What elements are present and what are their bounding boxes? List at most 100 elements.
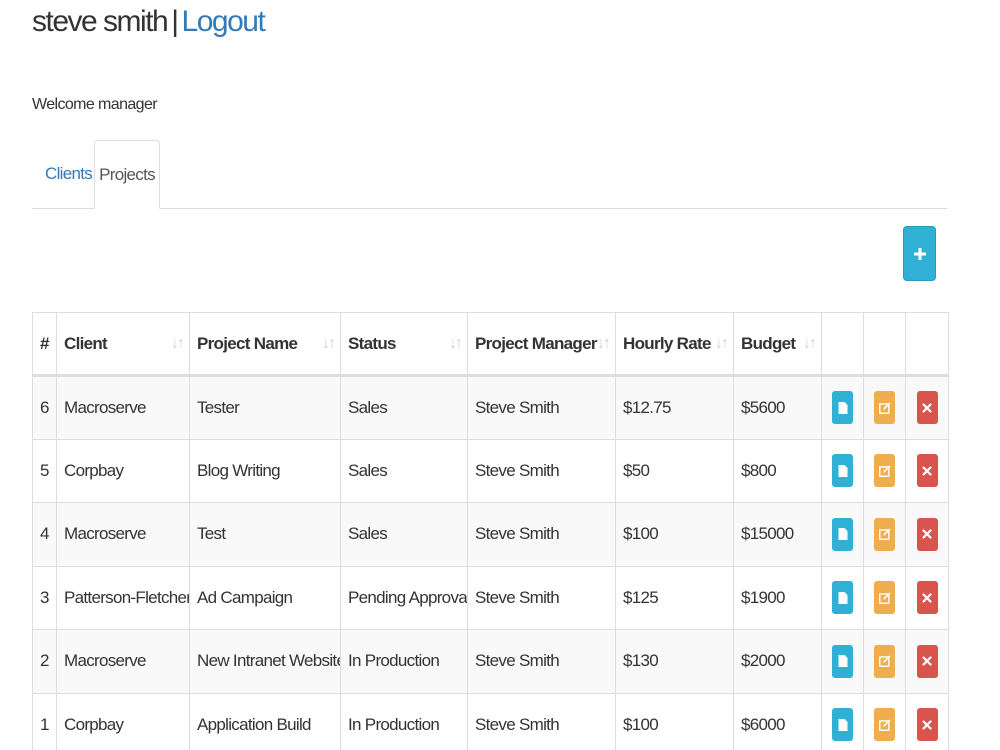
user-header: steve smith | Logout xyxy=(32,2,266,42)
cell-client: Macroserve xyxy=(56,502,190,567)
header-label: # xyxy=(40,333,49,353)
sort-icon[interactable]: ↓↑ xyxy=(449,335,463,353)
cell-budget: $2000 xyxy=(733,629,822,694)
cell-project-manager: Steve Smith xyxy=(467,374,616,440)
cell-budget: $1900 xyxy=(733,565,822,630)
cell-budget: $15000 xyxy=(733,502,822,567)
cell-hourly-rate: $100 xyxy=(615,692,734,750)
cell-project-name: Tester xyxy=(189,374,341,440)
header-action-column xyxy=(821,312,864,377)
table-row: 5 Corpbay Blog Writing Sales Steve Smith $50 $… xyxy=(32,438,949,503)
view-button[interactable] xyxy=(832,454,853,488)
edit-button[interactable] xyxy=(874,644,895,678)
action-cell xyxy=(905,629,949,694)
header-col-status[interactable]: Status ↓↑ xyxy=(340,312,468,377)
header-col-project-manager[interactable]: Project Manager ↓↑ xyxy=(467,312,616,377)
file-icon xyxy=(838,655,847,668)
header-label: Project Manager xyxy=(475,333,597,353)
close-icon xyxy=(922,656,932,666)
cell-id: 4 xyxy=(32,502,57,567)
cell-budget: $6000 xyxy=(733,692,822,750)
action-cell xyxy=(905,374,949,440)
cell-hourly-rate: $125 xyxy=(615,565,734,630)
header-label: Status xyxy=(348,333,396,353)
header-col-hourly-rate[interactable]: Hourly Rate ↓↑ xyxy=(615,312,734,377)
edit-button[interactable] xyxy=(874,391,895,425)
cell-id: 1 xyxy=(32,692,57,750)
close-icon xyxy=(922,403,932,413)
action-cell xyxy=(821,438,864,503)
table-row: 1 Corpbay Application Build In Production St… xyxy=(32,692,949,750)
action-cell xyxy=(905,502,949,567)
welcome-message: Welcome manager xyxy=(32,96,158,113)
edit-icon xyxy=(878,592,890,604)
delete-button[interactable] xyxy=(916,644,938,678)
delete-button[interactable] xyxy=(916,708,938,742)
action-cell xyxy=(863,629,906,694)
logout-link[interactable]: Logout xyxy=(182,5,266,38)
edit-icon xyxy=(878,528,890,541)
cell-project-name: Blog Writing xyxy=(189,438,341,503)
action-cell xyxy=(821,565,864,630)
action-cell xyxy=(863,438,906,503)
header-col-client[interactable]: Client ↓↑ xyxy=(56,312,190,377)
edit-icon xyxy=(878,402,890,414)
action-cell xyxy=(863,374,906,440)
edit-button[interactable] xyxy=(874,581,895,615)
cell-status: In Production xyxy=(340,629,468,694)
edit-button[interactable] xyxy=(874,708,895,742)
cell-status: Pending Approval xyxy=(340,565,468,630)
projects-table: # Client ↓↑ Project Name ↓↑ Status ↓↑ Project M… xyxy=(32,312,949,750)
tab-projects[interactable]: Projects xyxy=(94,140,160,209)
table-header-row: # Client ↓↑ Project Name ↓↑ Status ↓↑ Project M… xyxy=(32,312,949,377)
cell-project-manager: Steve Smith xyxy=(467,629,616,694)
sort-icon[interactable]: ↓↑ xyxy=(803,335,817,353)
delete-button[interactable] xyxy=(916,517,938,551)
action-cell xyxy=(863,565,906,630)
close-icon xyxy=(922,529,932,539)
file-icon xyxy=(838,718,847,731)
table-row: 2 Macroserve New Intranet Website In Produc… xyxy=(32,629,949,694)
tab-bar: Clients Projects xyxy=(32,140,947,209)
delete-button[interactable] xyxy=(916,391,938,425)
cell-client: Patterson-Fletcher xyxy=(56,565,190,630)
sort-icon[interactable]: ↓↑ xyxy=(171,335,185,353)
cell-id: 6 xyxy=(32,374,57,440)
sort-icon[interactable]: ↓↑ xyxy=(322,335,336,353)
delete-button[interactable] xyxy=(916,454,938,488)
cell-hourly-rate: $50 xyxy=(615,438,734,503)
action-cell xyxy=(905,692,949,750)
view-button[interactable] xyxy=(832,708,853,742)
cell-project-name: Test xyxy=(189,502,341,567)
edit-icon xyxy=(878,719,890,731)
delete-button[interactable] xyxy=(916,581,938,615)
table-body: 6 Macroserve Tester Sales Steve Smith $12.75 $… xyxy=(32,374,949,750)
add-project-button[interactable] xyxy=(903,226,936,281)
cell-id: 2 xyxy=(32,629,57,694)
header-col-budget[interactable]: Budget ↓↑ xyxy=(733,312,822,377)
cell-budget: $5600 xyxy=(733,374,822,440)
cell-status: Sales xyxy=(340,374,468,440)
cell-client: Corpbay xyxy=(56,692,190,750)
view-button[interactable] xyxy=(832,391,853,425)
cell-budget: $800 xyxy=(733,438,822,503)
header-label: Hourly Rate xyxy=(623,333,711,353)
view-button[interactable] xyxy=(832,644,853,678)
close-icon xyxy=(922,466,932,476)
sort-icon[interactable]: ↓↑ xyxy=(597,335,611,353)
edit-button[interactable] xyxy=(874,517,895,551)
header-col-project-name[interactable]: Project Name ↓↑ xyxy=(189,312,341,377)
cell-client: Macroserve xyxy=(56,629,190,694)
cell-project-manager: Steve Smith xyxy=(467,438,616,503)
cell-hourly-rate: $100 xyxy=(615,502,734,567)
view-button[interactable] xyxy=(832,517,853,551)
file-icon xyxy=(838,591,847,604)
view-button[interactable] xyxy=(832,581,853,615)
cell-status: Sales xyxy=(340,438,468,503)
cell-client: Macroserve xyxy=(56,374,190,440)
file-icon xyxy=(838,401,847,414)
edit-button[interactable] xyxy=(874,454,895,488)
sort-icon[interactable]: ↓↑ xyxy=(715,335,729,353)
cell-id: 3 xyxy=(32,565,57,630)
table-row: 4 Macroserve Test Sales Steve Smith $100 $1500… xyxy=(32,502,949,567)
